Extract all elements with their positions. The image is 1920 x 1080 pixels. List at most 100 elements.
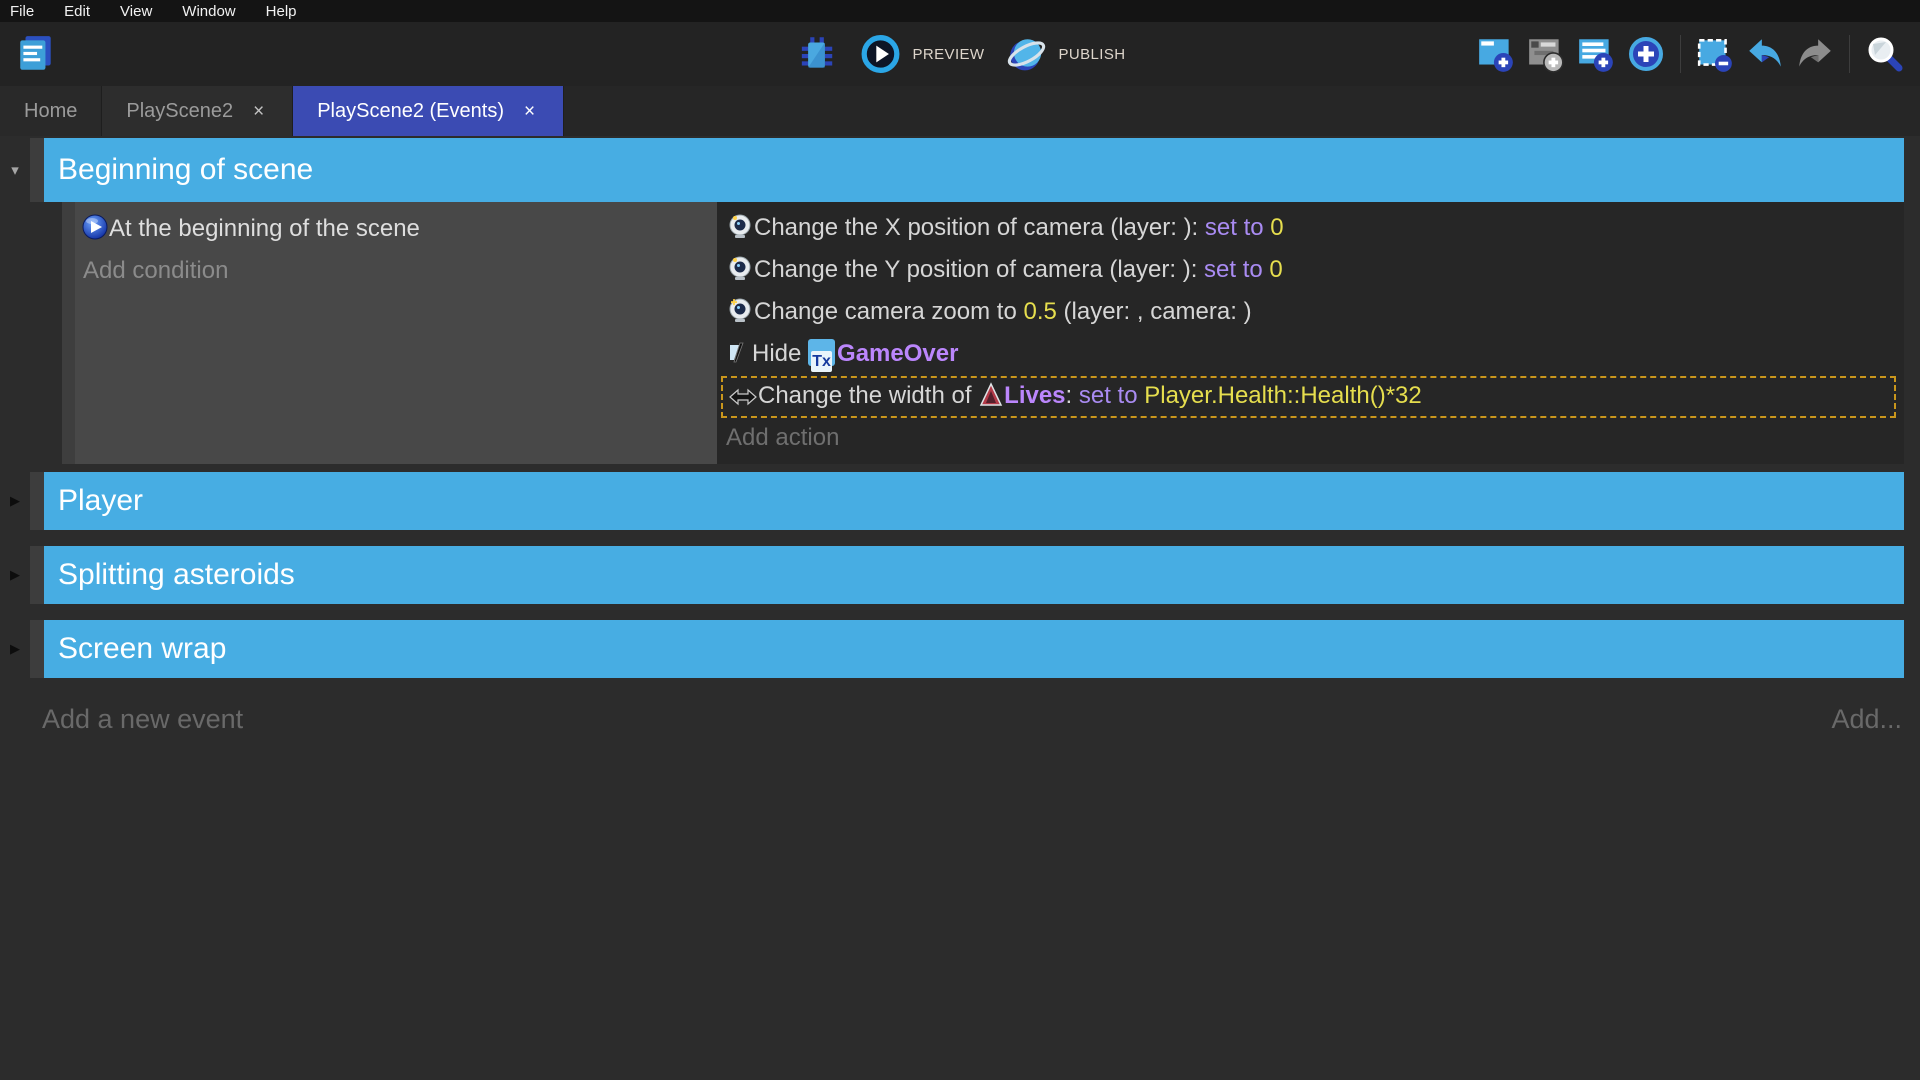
conditions-panel[interactable]: At the beginning of the scene Add condit… — [75, 202, 717, 464]
event-drag-handle[interactable] — [30, 138, 44, 202]
action-expression: Player.Health::Health()*32 — [1138, 382, 1422, 409]
tab-label: PlayScene2 (Events) — [317, 100, 504, 123]
action-text: Change the X position of camera (layer: … — [754, 214, 1205, 241]
close-icon[interactable]: × — [520, 100, 539, 123]
action-row-change-width-selected[interactable]: Change the width of Lives: set to Player… — [721, 376, 1896, 418]
event-drag-handle[interactable] — [30, 546, 44, 604]
action-text: Change camera zoom to — [754, 298, 1023, 325]
object-name: GameOver — [837, 340, 958, 367]
condition-text: At the beginning of the scene — [109, 215, 420, 242]
publish-button[interactable]: PUBLISH — [1004, 32, 1125, 76]
hide-icon — [726, 338, 752, 379]
scene-start-icon — [81, 213, 109, 255]
action-value: 0 — [1263, 256, 1283, 283]
action-text: Change the width of — [758, 382, 978, 409]
caret-column: ▶ — [0, 546, 30, 604]
menu-window[interactable]: Window — [182, 3, 235, 20]
action-row-camera-zoom[interactable]: Change camera zoom to 0.5 (layer: , came… — [721, 292, 1896, 334]
group-title: Splitting asteroids — [58, 558, 295, 592]
toolbar-right — [1474, 32, 1906, 76]
action-value: 0.5 — [1023, 298, 1056, 325]
tab-label: PlayScene2 — [126, 100, 233, 123]
tab-label: Home — [24, 100, 77, 123]
close-icon[interactable]: × — [249, 100, 268, 123]
menu-edit[interactable]: Edit — [64, 3, 90, 20]
add-comment-icon[interactable] — [1574, 32, 1618, 76]
publish-planet-icon — [1004, 32, 1048, 76]
publish-label: PUBLISH — [1058, 46, 1125, 63]
action-operator: set to — [1205, 214, 1264, 241]
action-operator: set to — [1204, 256, 1263, 283]
group-title: Player — [58, 484, 143, 518]
toolbar: PREVIEW PUBLISH — [0, 22, 1920, 86]
gdevelop-window: File Edit View Window Help — [0, 0, 1920, 735]
tab-home[interactable]: Home — [0, 86, 102, 136]
debug-button[interactable] — [795, 32, 839, 76]
action-text: Hide — [752, 340, 808, 367]
object-name: Lives — [1004, 382, 1065, 409]
events-footer: Add a new event Add... — [42, 704, 1902, 735]
group-content-beginning-of-scene: At the beginning of the scene Add condit… — [62, 202, 1904, 464]
group-row-player: ▶ Player — [0, 472, 1904, 530]
group-row-beginning-of-scene: ▾ Beginning of scene — [0, 138, 1904, 202]
add-sub-event-icon[interactable] — [1524, 32, 1568, 76]
preview-play-icon — [859, 32, 903, 76]
group-header-screen-wrap[interactable]: Screen wrap — [44, 620, 1904, 678]
caret-column: ▶ — [0, 620, 30, 678]
caret-column: ▾ — [0, 138, 30, 202]
tab-bar: Home PlayScene2 × PlayScene2 (Events) × — [0, 86, 1920, 136]
group-row-splitting-asteroids: ▶ Splitting asteroids — [0, 546, 1904, 604]
delete-selection-icon[interactable] — [1693, 32, 1737, 76]
resize-width-icon — [728, 383, 758, 419]
text-object-icon: Tx — [808, 339, 835, 366]
toolbar-center: PREVIEW PUBLISH — [795, 32, 1126, 76]
toolbar-separator — [1849, 35, 1850, 73]
camera-icon — [726, 212, 754, 253]
menu-view[interactable]: View — [120, 3, 152, 20]
undo-icon[interactable] — [1743, 32, 1787, 76]
camera-zoom-icon — [726, 296, 754, 337]
group-header-beginning-of-scene[interactable]: Beginning of scene — [44, 138, 1904, 202]
camera-icon — [726, 254, 754, 295]
group-header-splitting-asteroids[interactable]: Splitting asteroids — [44, 546, 1904, 604]
tab-playscene2-events[interactable]: PlayScene2 (Events) × — [293, 86, 564, 136]
chevron-right-icon[interactable]: ▶ — [10, 567, 20, 583]
preview-button[interactable]: PREVIEW — [859, 32, 985, 76]
chevron-down-icon[interactable]: ▾ — [11, 161, 19, 179]
action-text: Change the Y position of camera (layer: … — [754, 256, 1204, 283]
chevron-right-icon[interactable]: ▶ — [10, 641, 20, 657]
menu-help[interactable]: Help — [266, 3, 297, 20]
actions-panel[interactable]: Change the X position of camera (layer: … — [717, 202, 1904, 464]
action-row-camera-x[interactable]: Change the X position of camera (layer: … — [721, 208, 1896, 250]
preview-label: PREVIEW — [913, 46, 985, 63]
group-title: Beginning of scene — [58, 153, 313, 187]
event-drag-handle[interactable] — [62, 202, 75, 464]
add-action-link[interactable]: Add action — [721, 418, 1896, 458]
add-event-type-icon[interactable] — [1624, 32, 1668, 76]
action-operator: set to — [1079, 382, 1138, 409]
search-icon[interactable] — [1862, 32, 1906, 76]
chevron-right-icon[interactable]: ▶ — [10, 493, 20, 509]
group-title: Screen wrap — [58, 632, 226, 666]
caret-column: ▶ — [0, 472, 30, 530]
action-row-camera-y[interactable]: Change the Y position of camera (layer: … — [721, 250, 1896, 292]
group-header-player[interactable]: Player — [44, 472, 1904, 530]
gdevelop-logo-icon[interactable] — [14, 32, 58, 76]
menu-file[interactable]: File — [10, 3, 34, 20]
action-text: : — [1066, 382, 1079, 409]
tab-playscene2[interactable]: PlayScene2 × — [102, 86, 293, 136]
add-new-event-link[interactable]: Add a new event — [42, 704, 243, 735]
add-event-icon[interactable] — [1474, 32, 1518, 76]
redo-icon[interactable] — [1793, 32, 1837, 76]
toolbar-separator — [1680, 35, 1681, 73]
ship-object-icon — [978, 382, 1004, 419]
action-text: (layer: , camera: ) — [1057, 298, 1252, 325]
event-drag-handle[interactable] — [30, 620, 44, 678]
event-drag-handle[interactable] — [30, 472, 44, 530]
action-row-hide-gameover[interactable]: Hide TxGameOver — [721, 334, 1896, 376]
add-condition-link[interactable]: Add condition — [81, 250, 709, 292]
add-more-link[interactable]: Add... — [1831, 704, 1902, 735]
condition-row[interactable]: At the beginning of the scene — [81, 208, 709, 250]
group-row-screen-wrap: ▶ Screen wrap — [0, 620, 1904, 678]
menu-bar: File Edit View Window Help — [0, 0, 1920, 22]
